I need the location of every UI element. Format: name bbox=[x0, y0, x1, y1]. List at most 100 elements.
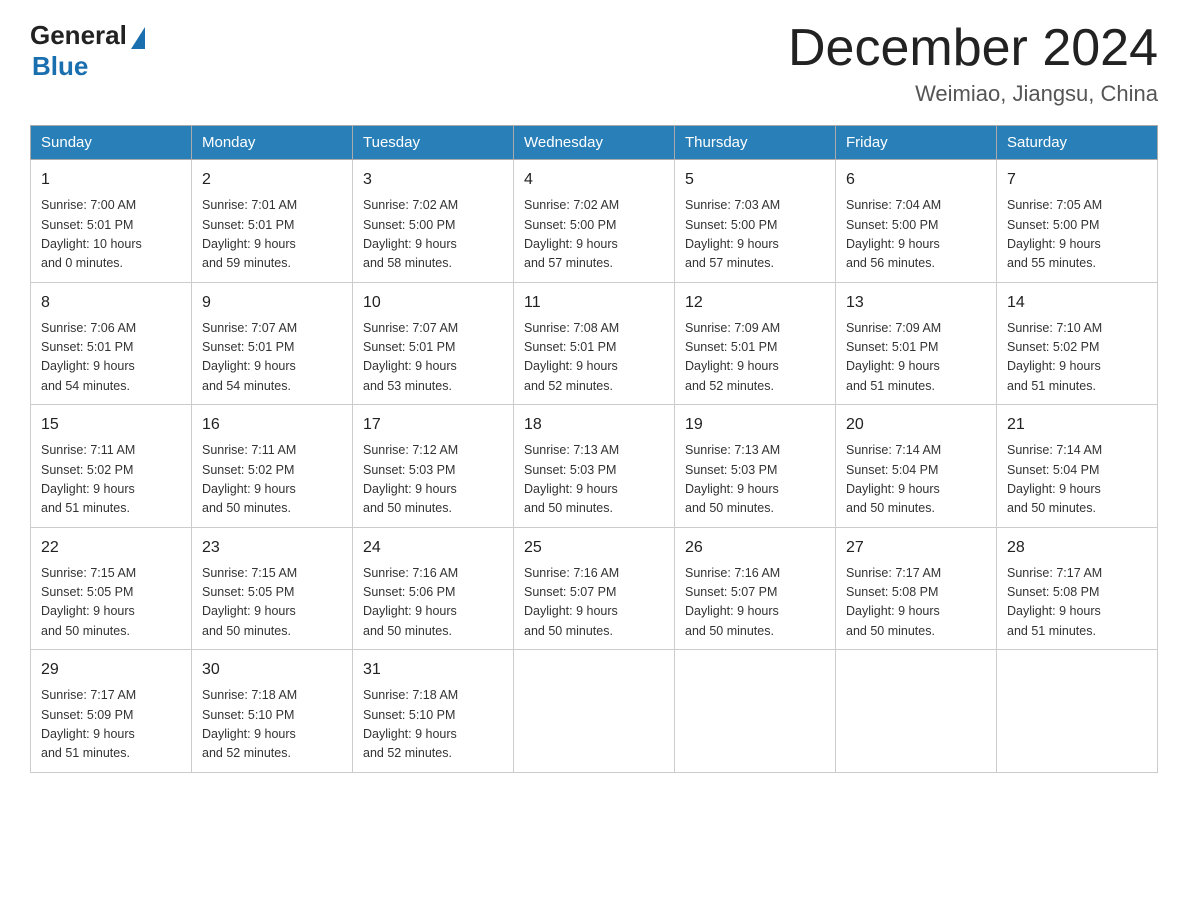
calendar-header-saturday: Saturday bbox=[997, 126, 1158, 160]
calendar-cell: 4 Sunrise: 7:02 AMSunset: 5:00 PMDaylight… bbox=[514, 160, 675, 283]
calendar-header-sunday: Sunday bbox=[31, 126, 192, 160]
calendar-cell: 31Sunrise: 7:18 AMSunset: 5:10 PMDayligh… bbox=[353, 650, 514, 773]
calendar-cell: 29Sunrise: 7:17 AMSunset: 5:09 PMDayligh… bbox=[31, 650, 192, 773]
calendar-cell: 8Sunrise: 7:06 AMSunset: 5:01 PMDaylight… bbox=[31, 282, 192, 405]
day-number: 1 bbox=[41, 168, 181, 192]
logo: General Blue bbox=[30, 20, 145, 82]
calendar-cell: 20 Sunrise: 7:14 AMSunset: 5:04 PMDayligh… bbox=[836, 405, 997, 528]
month-year-title: December 2024 bbox=[788, 20, 1158, 77]
calendar-header-thursday: Thursday bbox=[675, 126, 836, 160]
day-number: 2 bbox=[202, 168, 342, 192]
calendar-cell bbox=[675, 650, 836, 773]
day-info: Sunrise: 7:03 AMSunset: 5:00 PMDaylight:… bbox=[685, 196, 825, 274]
day-number: 9 bbox=[202, 291, 342, 315]
day-info: Sunrise: 7:00 AMSunset: 5:01 PMDaylight:… bbox=[41, 196, 181, 274]
day-info: Sunrise: 7:18 AMSunset: 5:10 PMDaylight:… bbox=[363, 686, 503, 764]
day-info: Sunrise: 7:16 AMSunset: 5:06 PMDaylight:… bbox=[363, 564, 503, 642]
day-number: 10 bbox=[363, 291, 503, 315]
calendar-week-row: 1 Sunrise: 7:00 AMSunset: 5:01 PMDaylight… bbox=[31, 160, 1158, 283]
calendar-cell: 19Sunrise: 7:13 AMSunset: 5:03 PMDayligh… bbox=[675, 405, 836, 528]
calendar-cell: 26Sunrise: 7:16 AMSunset: 5:07 PMDayligh… bbox=[675, 527, 836, 650]
day-number: 6 bbox=[846, 168, 986, 192]
title-area: December 2024 Weimiao, Jiangsu, China bbox=[788, 20, 1158, 107]
calendar-cell: 7 Sunrise: 7:05 AMSunset: 5:00 PMDaylight… bbox=[997, 160, 1158, 283]
day-number: 3 bbox=[363, 168, 503, 192]
day-info: Sunrise: 7:11 AMSunset: 5:02 PMDaylight:… bbox=[202, 441, 342, 519]
day-number: 16 bbox=[202, 413, 342, 437]
day-number: 17 bbox=[363, 413, 503, 437]
day-info: Sunrise: 7:10 AMSunset: 5:02 PMDaylight:… bbox=[1007, 319, 1147, 397]
calendar-header-tuesday: Tuesday bbox=[353, 126, 514, 160]
day-info: Sunrise: 7:09 AMSunset: 5:01 PMDaylight:… bbox=[685, 319, 825, 397]
day-info: Sunrise: 7:14 AMSunset: 5:04 PMDaylight:… bbox=[1007, 441, 1147, 519]
calendar-cell: 21 Sunrise: 7:14 AMSunset: 5:04 PMDayligh… bbox=[997, 405, 1158, 528]
day-number: 23 bbox=[202, 536, 342, 560]
day-info: Sunrise: 7:17 AMSunset: 5:08 PMDaylight:… bbox=[1007, 564, 1147, 642]
calendar-cell: 9Sunrise: 7:07 AMSunset: 5:01 PMDaylight… bbox=[192, 282, 353, 405]
calendar-header-friday: Friday bbox=[836, 126, 997, 160]
day-number: 30 bbox=[202, 658, 342, 682]
day-info: Sunrise: 7:14 AMSunset: 5:04 PMDaylight:… bbox=[846, 441, 986, 519]
day-number: 25 bbox=[524, 536, 664, 560]
calendar-cell: 15Sunrise: 7:11 AMSunset: 5:02 PMDayligh… bbox=[31, 405, 192, 528]
day-number: 5 bbox=[685, 168, 825, 192]
day-number: 21 bbox=[1007, 413, 1147, 437]
calendar-cell: 30 Sunrise: 7:18 AMSunset: 5:10 PMDayligh… bbox=[192, 650, 353, 773]
day-number: 7 bbox=[1007, 168, 1147, 192]
day-number: 11 bbox=[524, 291, 664, 315]
calendar-header-row: SundayMondayTuesdayWednesdayThursdayFrid… bbox=[31, 126, 1158, 160]
calendar-cell: 23 Sunrise: 7:15 AMSunset: 5:05 PMDayligh… bbox=[192, 527, 353, 650]
day-info: Sunrise: 7:02 AMSunset: 5:00 PMDaylight:… bbox=[524, 196, 664, 274]
calendar-week-row: 15Sunrise: 7:11 AMSunset: 5:02 PMDayligh… bbox=[31, 405, 1158, 528]
page-header: General Blue December 2024 Weimiao, Jian… bbox=[30, 20, 1158, 107]
day-number: 18 bbox=[524, 413, 664, 437]
day-info: Sunrise: 7:04 AMSunset: 5:00 PMDaylight:… bbox=[846, 196, 986, 274]
day-number: 27 bbox=[846, 536, 986, 560]
day-info: Sunrise: 7:05 AMSunset: 5:00 PMDaylight:… bbox=[1007, 196, 1147, 274]
calendar-cell: 22Sunrise: 7:15 AMSunset: 5:05 PMDayligh… bbox=[31, 527, 192, 650]
logo-triangle-icon bbox=[131, 27, 145, 49]
day-number: 20 bbox=[846, 413, 986, 437]
day-info: Sunrise: 7:09 AMSunset: 5:01 PMDaylight:… bbox=[846, 319, 986, 397]
calendar-header-wednesday: Wednesday bbox=[514, 126, 675, 160]
day-info: Sunrise: 7:11 AMSunset: 5:02 PMDaylight:… bbox=[41, 441, 181, 519]
calendar-cell: 13 Sunrise: 7:09 AMSunset: 5:01 PMDayligh… bbox=[836, 282, 997, 405]
day-number: 19 bbox=[685, 413, 825, 437]
day-number: 14 bbox=[1007, 291, 1147, 315]
logo-general-text: General bbox=[30, 20, 127, 51]
calendar-cell bbox=[997, 650, 1158, 773]
calendar-cell: 6 Sunrise: 7:04 AMSunset: 5:00 PMDaylight… bbox=[836, 160, 997, 283]
calendar-cell: 2 Sunrise: 7:01 AMSunset: 5:01 PMDaylight… bbox=[192, 160, 353, 283]
day-info: Sunrise: 7:06 AMSunset: 5:01 PMDaylight:… bbox=[41, 319, 181, 397]
day-info: Sunrise: 7:16 AMSunset: 5:07 PMDaylight:… bbox=[524, 564, 664, 642]
calendar-week-row: 8Sunrise: 7:06 AMSunset: 5:01 PMDaylight… bbox=[31, 282, 1158, 405]
calendar-week-row: 22 Sunrise: 7:15 AMSunset: 5:05 PMDayligh… bbox=[31, 527, 1158, 650]
calendar-week-row: 29Sunrise: 7:17 AMSunset: 5:09 PMDayligh… bbox=[31, 650, 1158, 773]
day-info: Sunrise: 7:02 AMSunset: 5:00 PMDaylight:… bbox=[363, 196, 503, 274]
day-info: Sunrise: 7:01 AMSunset: 5:01 PMDaylight:… bbox=[202, 196, 342, 274]
day-info: Sunrise: 7:18 AMSunset: 5:10 PMDaylight:… bbox=[202, 686, 342, 764]
day-info: Sunrise: 7:15 AMSunset: 5:05 PMDaylight:… bbox=[202, 564, 342, 642]
day-info: Sunrise: 7:07 AMSunset: 5:01 PMDaylight:… bbox=[363, 319, 503, 397]
calendar-cell: 10 Sunrise: 7:07 AMSunset: 5:01 PMDayligh… bbox=[353, 282, 514, 405]
calendar-cell: 17Sunrise: 7:12 AMSunset: 5:03 PMDayligh… bbox=[353, 405, 514, 528]
calendar-cell bbox=[514, 650, 675, 773]
calendar-cell: 25 Sunrise: 7:16 AMSunset: 5:07 PMDayligh… bbox=[514, 527, 675, 650]
day-number: 4 bbox=[524, 168, 664, 192]
day-number: 12 bbox=[685, 291, 825, 315]
calendar-cell bbox=[836, 650, 997, 773]
calendar-cell: 11 Sunrise: 7:08 AMSunset: 5:01 PMDayligh… bbox=[514, 282, 675, 405]
day-number: 24 bbox=[363, 536, 503, 560]
day-info: Sunrise: 7:16 AMSunset: 5:07 PMDaylight:… bbox=[685, 564, 825, 642]
calendar-cell: 28Sunrise: 7:17 AMSunset: 5:08 PMDayligh… bbox=[997, 527, 1158, 650]
day-info: Sunrise: 7:17 AMSunset: 5:08 PMDaylight:… bbox=[846, 564, 986, 642]
calendar-cell: 24 Sunrise: 7:16 AMSunset: 5:06 PMDayligh… bbox=[353, 527, 514, 650]
day-number: 13 bbox=[846, 291, 986, 315]
calendar-cell: 12 Sunrise: 7:09 AMSunset: 5:01 PMDayligh… bbox=[675, 282, 836, 405]
calendar-cell: 3 Sunrise: 7:02 AMSunset: 5:00 PMDaylight… bbox=[353, 160, 514, 283]
day-info: Sunrise: 7:08 AMSunset: 5:01 PMDaylight:… bbox=[524, 319, 664, 397]
location-title: Weimiao, Jiangsu, China bbox=[788, 81, 1158, 107]
day-info: Sunrise: 7:13 AMSunset: 5:03 PMDaylight:… bbox=[524, 441, 664, 519]
calendar-cell: 16 Sunrise: 7:11 AMSunset: 5:02 PMDayligh… bbox=[192, 405, 353, 528]
day-number: 22 bbox=[41, 536, 181, 560]
